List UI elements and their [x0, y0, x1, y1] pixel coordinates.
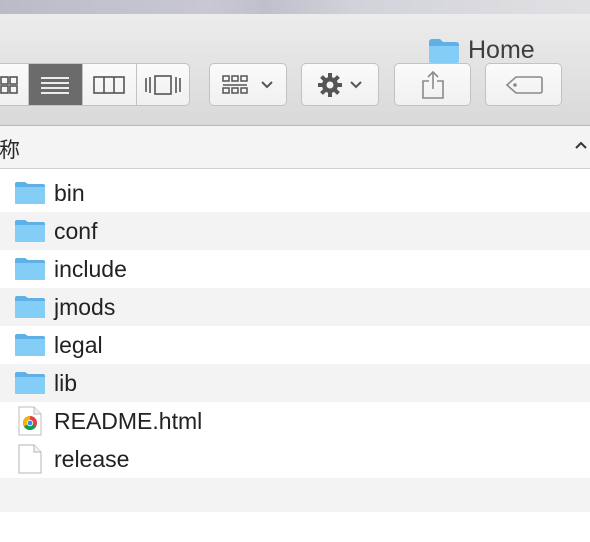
arrange-button[interactable] [209, 63, 287, 106]
gear-icon [318, 72, 342, 97]
folder-icon [429, 38, 459, 63]
list-item[interactable]: lib [0, 364, 590, 402]
list-item[interactable]: include [0, 250, 590, 288]
share-button[interactable] [394, 63, 471, 106]
column-header[interactable]: 称 [0, 126, 590, 169]
chevron-down-icon [261, 80, 273, 88]
folder-icon [15, 372, 45, 394]
tags-button[interactable] [485, 63, 562, 106]
columns-icon [93, 75, 126, 94]
action-button[interactable] [301, 63, 379, 106]
file-name: jmods [54, 293, 116, 320]
window-toolbar: Home [0, 14, 590, 126]
document-icon [18, 444, 42, 474]
folder-icon [15, 296, 45, 318]
empty-row [0, 478, 590, 512]
grid-icon [0, 75, 19, 94]
chevron-down-icon [350, 80, 362, 88]
list-item[interactable]: release [0, 440, 590, 478]
tag-icon [505, 75, 543, 94]
gallery-view-button[interactable] [137, 64, 189, 105]
file-name: legal [54, 331, 103, 358]
file-list: bin conf include jmods legal lib README.… [0, 174, 590, 512]
file-name: conf [54, 217, 98, 244]
window-title: Home [428, 36, 535, 65]
window-title-text: Home [468, 36, 535, 64]
icon-view-button[interactable] [0, 64, 29, 105]
list-item[interactable]: legal [0, 326, 590, 364]
file-name: include [54, 255, 127, 282]
arrange-icon [222, 74, 248, 94]
file-name: lib [54, 369, 78, 396]
list-view-button[interactable] [28, 64, 84, 105]
list-item[interactable]: README.html [0, 402, 590, 440]
html-document-icon [18, 406, 42, 436]
list-item[interactable]: jmods [0, 288, 590, 326]
share-icon [421, 70, 444, 99]
desktop-backdrop [0, 0, 590, 14]
folder-icon [15, 220, 45, 242]
coverflow-icon [144, 74, 181, 95]
sort-ascending-icon[interactable] [574, 140, 588, 150]
list-item[interactable]: bin [0, 174, 590, 212]
file-name: release [54, 445, 130, 472]
file-name: README.html [54, 407, 203, 434]
view-mode-segmented-control[interactable] [0, 63, 190, 106]
name-column-header[interactable]: 称 [0, 134, 20, 164]
list-icon [41, 76, 70, 94]
column-view-button[interactable] [83, 64, 137, 105]
file-name: bin [54, 179, 85, 206]
folder-icon [15, 182, 45, 204]
folder-icon [15, 258, 45, 280]
list-item[interactable]: conf [0, 212, 590, 250]
folder-icon [15, 334, 45, 356]
